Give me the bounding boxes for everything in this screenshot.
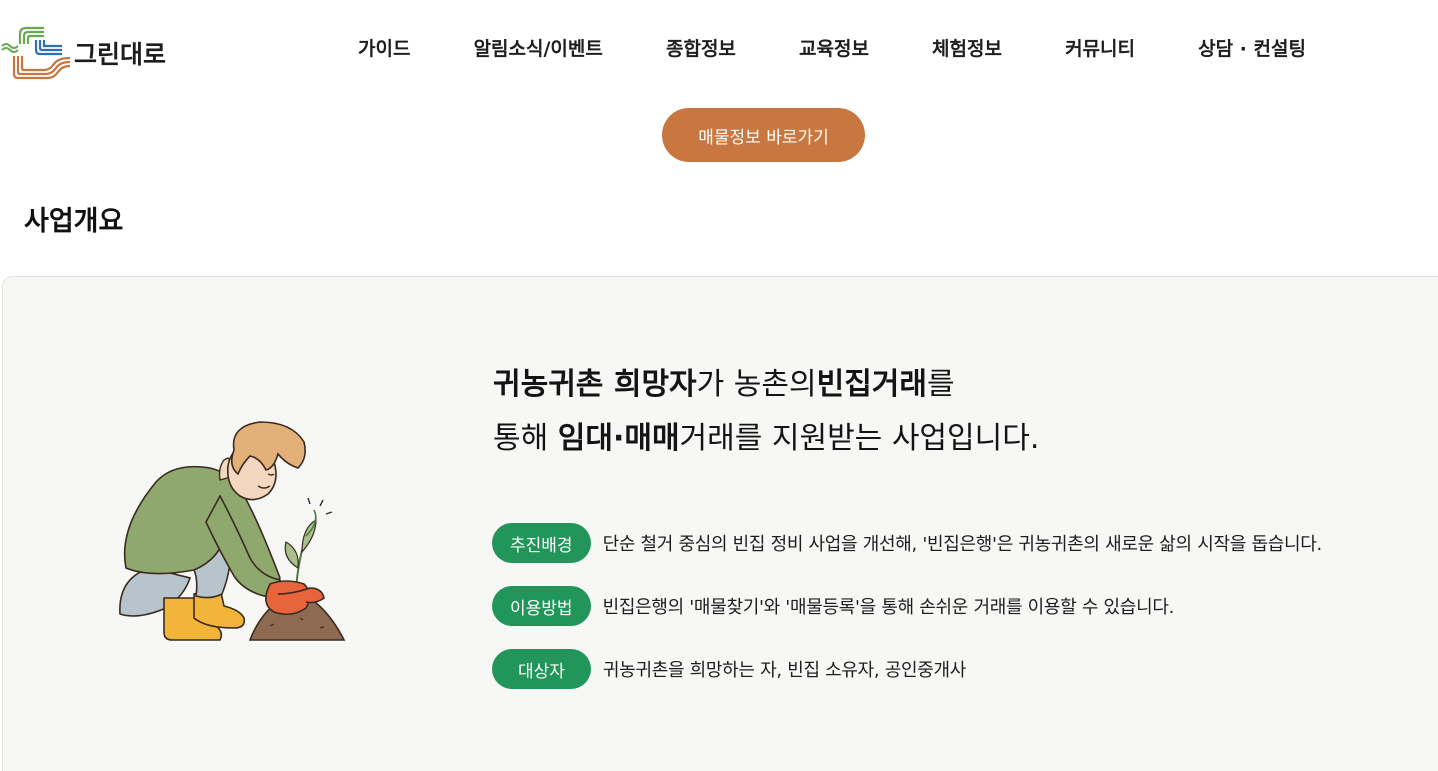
nav-item-consulting[interactable]: 상담 · 컨설팅 — [1198, 34, 1306, 62]
nav-item-general-info[interactable]: 종합정보 — [666, 34, 736, 62]
headline-emphasis: 빈집거래 — [816, 367, 927, 402]
person-planting-seedling-illustration-icon — [119, 421, 346, 641]
headline-line-2: 통해 임대·매매거래를 지원받는 사업입니다. — [493, 412, 1253, 466]
headline-line-1: 귀농귀촌 희망자가 농촌의빈집거래를 — [493, 358, 1253, 412]
nav-item-education[interactable]: 교육정보 — [799, 34, 869, 62]
info-text-target: 귀농귀촌을 희망하는 자, 빈집 소유자, 공인중개사 — [602, 660, 967, 681]
nav-item-experience[interactable]: 체험정보 — [932, 34, 1002, 62]
info-row-usage: 이용방법 빈집은행의 '매물찾기'와 '매물등록'을 통해 손쉬운 거래를 이용… — [492, 586, 1174, 626]
info-text-usage: 빈집은행의 '매물찾기'와 '매물등록'을 통해 손쉬운 거래를 이용할 수 있… — [602, 597, 1175, 618]
info-row-target: 대상자 귀농귀촌을 희망하는 자, 빈집 소유자, 공인중개사 — [492, 649, 966, 689]
section-title: 사업개요 — [24, 206, 124, 237]
badge-target: 대상자 — [492, 649, 591, 689]
main-nav: 가이드 알림소식/이벤트 종합정보 교육정보 체험정보 커뮤니티 상담 · 컨설… — [330, 34, 1330, 62]
nav-item-guide[interactable]: 가이드 — [358, 34, 410, 62]
site-name: 그린대로 — [74, 40, 167, 69]
site-logo[interactable]: 그린대로 — [0, 22, 166, 84]
headline-text: 를 — [927, 367, 955, 402]
nav-item-community[interactable]: 커뮤니티 — [1065, 34, 1135, 62]
headline-text: 거래를 지원받는 사업입니다. — [679, 421, 1040, 456]
headline-emphasis: 귀농귀촌 희망자 — [493, 367, 697, 402]
headline-text: 가 농촌의 — [696, 367, 817, 402]
headline-text: 통해 — [493, 421, 558, 456]
headline-emphasis: 임대·매매 — [557, 421, 680, 456]
badge-background: 추진배경 — [492, 523, 591, 563]
info-text-background: 단순 철거 중심의 빈집 정비 사업을 개선해, '빈집은행'은 귀농귀촌의 새… — [602, 534, 1323, 555]
property-info-button[interactable]: 매물정보 바로가기 — [662, 108, 865, 162]
page: 그린대로 가이드 알림소식/이벤트 종합정보 교육정보 체험정보 커뮤니티 상담… — [0, 0, 1438, 771]
nav-item-news-events[interactable]: 알림소식/이벤트 — [474, 34, 603, 62]
info-row-background: 추진배경 단순 철거 중심의 빈집 정비 사업을 개선해, '빈집은행'은 귀농… — [492, 523, 1322, 563]
badge-usage: 이용방법 — [492, 586, 591, 626]
overview-headline: 귀농귀촌 희망자가 농촌의빈집거래를 통해 임대·매매거래를 지원받는 사업입니… — [493, 358, 1253, 466]
green-road-lines-logo-icon — [1, 26, 71, 80]
